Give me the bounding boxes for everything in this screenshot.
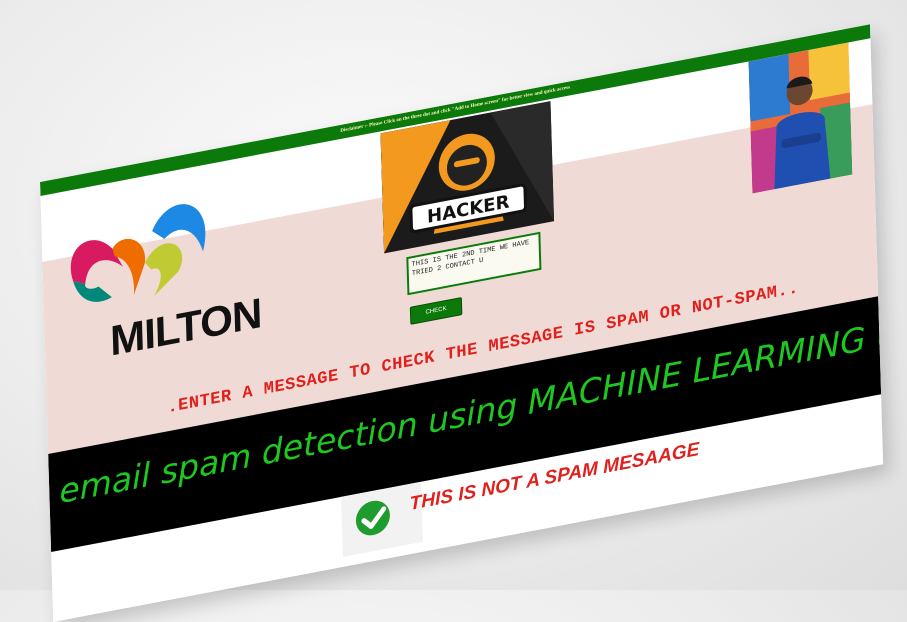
check-circle-icon bbox=[351, 493, 394, 543]
page-stage: Disclaimer :- Please Click on the three … bbox=[40, 22, 900, 622]
webpage: Disclaimer :- Please Click on the three … bbox=[40, 24, 884, 622]
profile-photo bbox=[748, 42, 853, 194]
